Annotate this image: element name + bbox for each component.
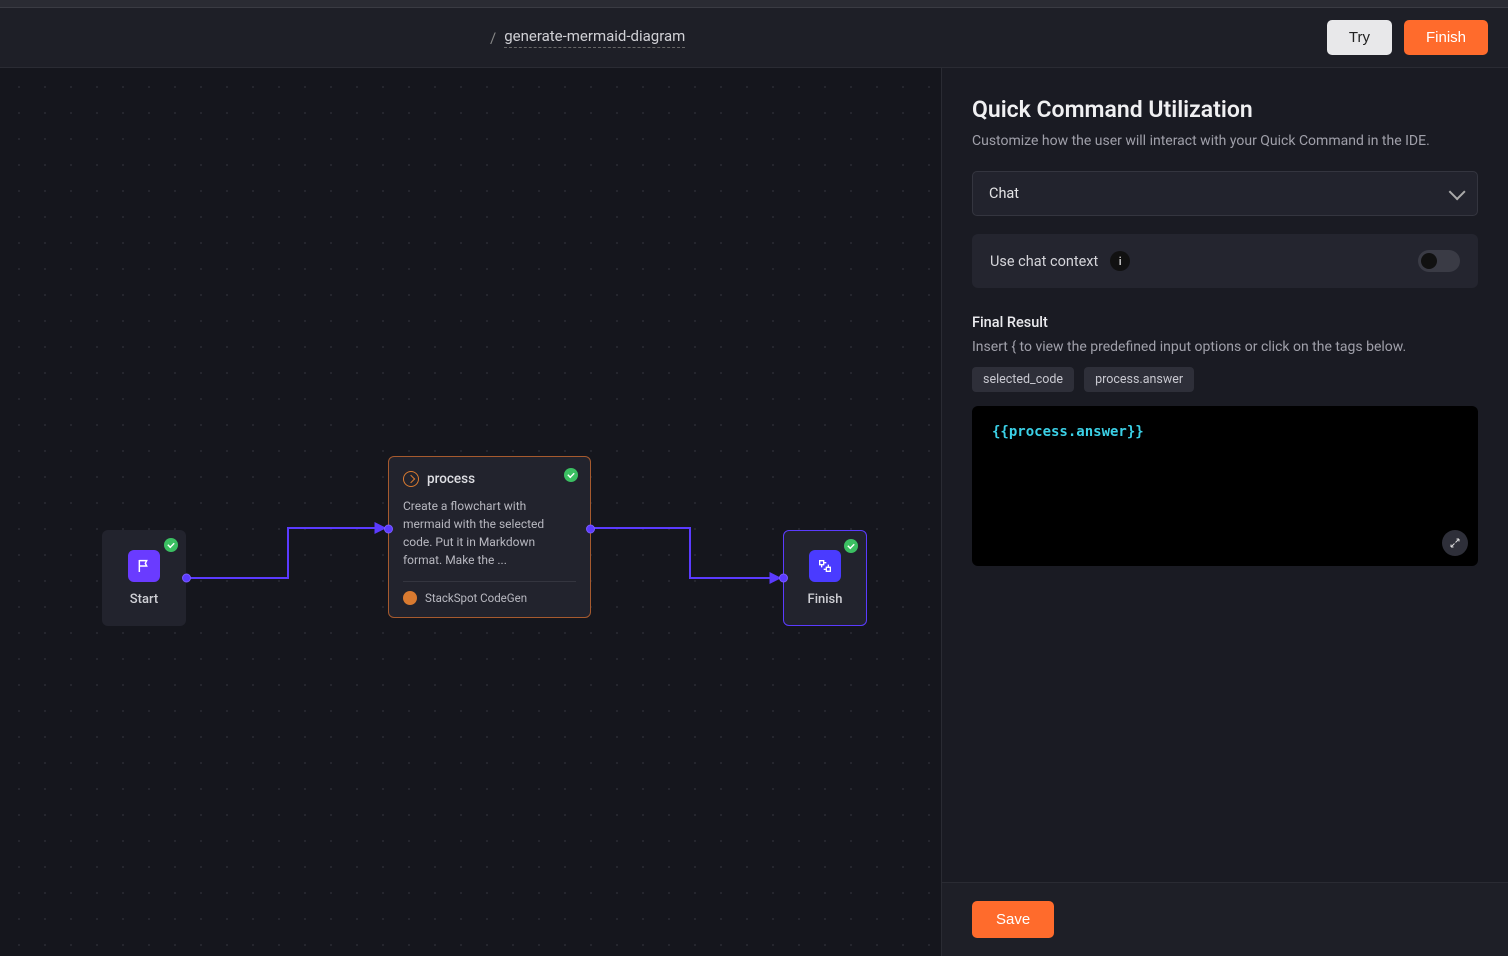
expand-editor-button[interactable]	[1442, 530, 1468, 556]
flow-canvas[interactable]: Start process Create a flowchart with me…	[0, 68, 942, 956]
info-icon[interactable]: i	[1110, 251, 1130, 271]
chevron-down-icon	[1449, 183, 1466, 200]
process-icon	[403, 471, 419, 487]
port-out[interactable]	[182, 574, 191, 583]
try-button[interactable]: Try	[1327, 20, 1392, 55]
panel-footer: Save	[942, 882, 1508, 956]
check-icon	[564, 468, 578, 482]
node-start[interactable]: Start	[102, 530, 186, 626]
breadcrumb-name[interactable]: generate-mermaid-diagram	[504, 27, 685, 48]
finish-button[interactable]: Finish	[1404, 20, 1488, 55]
app-root: / generate-mermaid-diagram Try Finish	[0, 0, 1508, 956]
codegen-label: StackSpot CodeGen	[425, 591, 527, 605]
header-actions: Try Finish	[1327, 20, 1488, 55]
toggle-knob	[1421, 253, 1437, 269]
panel-description: Customize how the user will interact wit…	[972, 133, 1478, 149]
save-button[interactable]: Save	[972, 901, 1054, 938]
process-description: Create a flowchart with mermaid with the…	[403, 497, 576, 569]
result-template-text: {{process.answer}}	[992, 424, 1144, 440]
tag-selected-code[interactable]: selected_code	[972, 367, 1074, 392]
mode-select-value: Chat	[989, 185, 1019, 202]
mode-select[interactable]: Chat	[972, 171, 1478, 216]
result-template-editor[interactable]: {{process.answer}}	[972, 406, 1478, 566]
node-process[interactable]: process Create a flowchart with mermaid …	[388, 456, 591, 618]
check-icon	[844, 539, 858, 553]
port-in[interactable]	[384, 525, 393, 534]
use-chat-context-label: Use chat context	[990, 253, 1098, 270]
panel-body: Quick Command Utilization Customize how …	[942, 68, 1508, 882]
port-in[interactable]	[779, 574, 788, 583]
use-chat-context-toggle[interactable]	[1418, 250, 1460, 272]
final-result-hint: Insert { to view the predefined input op…	[972, 339, 1478, 355]
breadcrumb-slash: /	[490, 29, 496, 47]
process-title: process	[427, 471, 475, 487]
breadcrumb: / generate-mermaid-diagram	[490, 27, 685, 48]
final-result-label: Final Result	[972, 314, 1478, 331]
side-panel: Quick Command Utilization Customize how …	[942, 68, 1508, 956]
finish-icon	[809, 550, 841, 582]
process-footer: StackSpot CodeGen	[403, 581, 576, 605]
stackspot-icon	[403, 591, 417, 605]
node-finish[interactable]: Finish	[783, 530, 867, 626]
main-split: Start process Create a flowchart with me…	[0, 68, 1508, 956]
panel-title: Quick Command Utilization	[972, 96, 1478, 123]
variable-tags: selected_code process.answer	[972, 367, 1478, 392]
process-header: process	[403, 471, 576, 487]
tag-process-answer[interactable]: process.answer	[1084, 367, 1194, 392]
browser-chrome-hint	[0, 0, 1508, 8]
port-out[interactable]	[586, 525, 595, 534]
check-icon	[164, 538, 178, 552]
node-finish-label: Finish	[808, 592, 843, 607]
node-start-label: Start	[130, 592, 158, 607]
app-header: / generate-mermaid-diagram Try Finish	[0, 8, 1508, 68]
use-chat-context-row: Use chat context i	[972, 234, 1478, 288]
flag-icon	[128, 550, 160, 582]
